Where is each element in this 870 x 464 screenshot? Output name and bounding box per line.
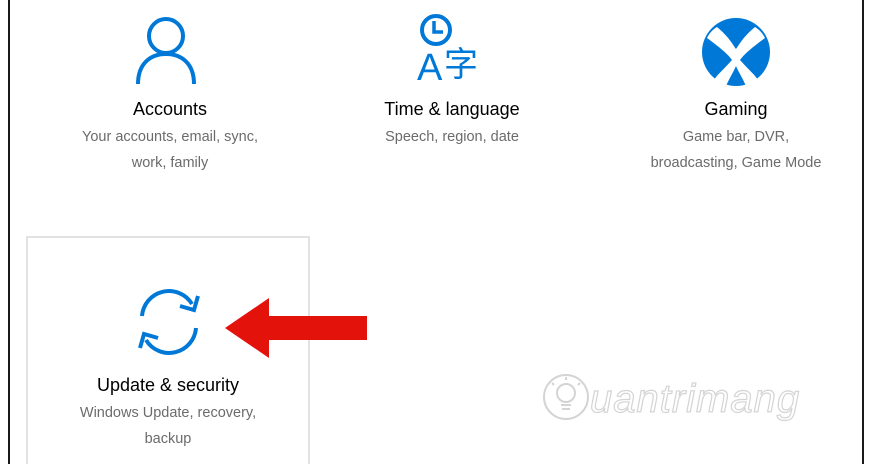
- watermark: uantrimang: [530, 365, 830, 435]
- tile-accounts[interactable]: Accounts Your accounts, email, sync, wor…: [50, 0, 290, 210]
- tile-description: Speech, region, date: [342, 124, 562, 150]
- time-language-icon: A 字: [417, 14, 478, 86]
- tile-description-line: Windows Update, recovery,: [79, 405, 257, 421]
- tile-description-line: Speech, region, date: [385, 129, 519, 145]
- person-icon: [136, 17, 196, 85]
- glyph-cjk: 字: [444, 45, 478, 85]
- tile-title: Accounts: [132, 99, 208, 119]
- tile-description: Game bar, DVR, broadcasting, Game Mode: [616, 124, 856, 176]
- annotation-arrow-icon: [225, 298, 367, 358]
- glyph-latin: A: [417, 47, 443, 86]
- tile-description: Windows Update, recovery, backup: [28, 400, 308, 452]
- watermark-text: uantrimang: [589, 376, 801, 421]
- sync-icon: [138, 289, 200, 355]
- watermark-bulb-icon: [543, 374, 589, 420]
- tile-description-line: work, family: [131, 155, 209, 171]
- tile-time-language[interactable]: A 字 Time & language Speech, region, date: [342, 0, 562, 210]
- tile-description: Your accounts, email, sync, work, family: [50, 124, 290, 176]
- tile-description-line: Game bar, DVR,: [682, 129, 790, 145]
- tile-title: Time & language: [384, 99, 520, 119]
- settings-home-panel: Accounts Your accounts, email, sync, wor…: [8, 0, 864, 464]
- tile-title: Gaming: [704, 99, 768, 119]
- tile-description-line: broadcasting, Game Mode: [650, 155, 822, 171]
- tile-gaming[interactable]: Gaming Game bar, DVR, broadcasting, Game…: [616, 0, 856, 210]
- tile-description-line: backup: [144, 431, 192, 447]
- tile-title: Update & security: [96, 375, 240, 395]
- xbox-icon: [702, 18, 770, 86]
- tile-description-line: Your accounts, email, sync,: [82, 129, 258, 145]
